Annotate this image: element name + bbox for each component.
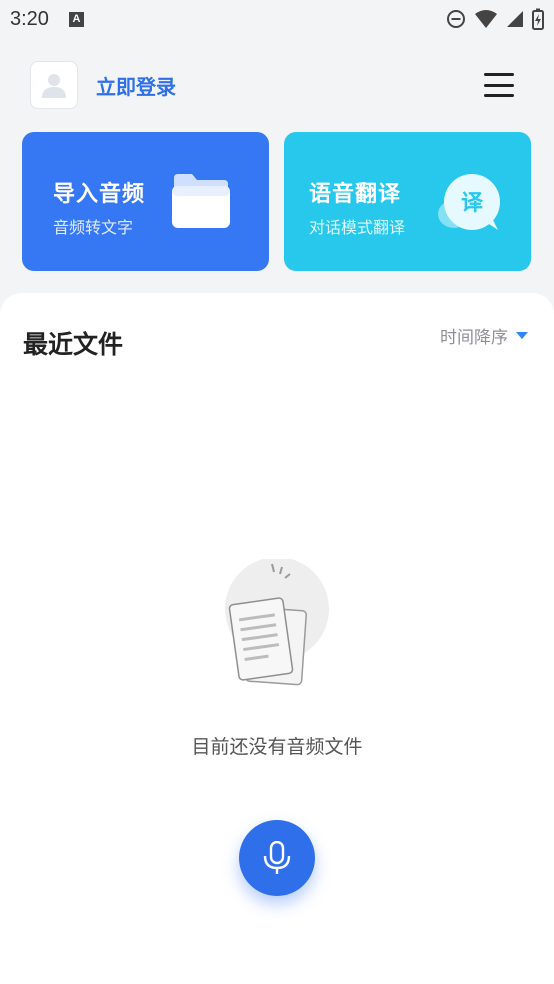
sort-label: 时间降序 [440,328,508,348]
empty-document-icon [225,559,329,686]
app-header: 立即登录 [0,58,554,112]
notification-a-icon: A [68,11,84,27]
status-icons [446,8,544,30]
avatar-icon [42,74,66,98]
empty-state-text: 目前还没有音频文件 [191,736,363,758]
microphone-icon [263,841,291,874]
chat-bubble-icon: 译 [438,174,500,230]
status-bar: 3:20 A [0,0,554,38]
signal-icon [507,11,523,27]
login-link[interactable]: 立即登录 [96,71,176,100]
wifi-icon [475,10,497,28]
minus-circle-icon [447,10,465,28]
recent-files-title: 最近文件 [23,330,124,359]
feature-cards: 导入音频 音频转文字 语音翻译 对话模式翻译 译 [22,132,532,271]
voice-translate-card[interactable]: 语音翻译 对话模式翻译 译 [284,132,531,271]
menu-icon [484,73,514,76]
menu-button[interactable] [484,73,514,97]
battery-icon [532,8,544,30]
import-audio-subtitle: 音频转文字 [53,218,134,237]
import-audio-card[interactable]: 导入音频 音频转文字 [22,132,269,271]
status-time: 3:20 [10,7,49,30]
avatar[interactable] [30,61,78,109]
recent-files-panel: 最近文件 时间降序 目前还没有音频文件 [0,293,554,984]
caret-down-icon [516,332,528,339]
import-audio-title: 导入音频 [53,182,146,207]
folder-icon [172,174,230,228]
sort-dropdown[interactable]: 时间降序 [440,323,528,348]
translate-badge: 译 [461,191,484,216]
record-button[interactable] [239,820,315,896]
